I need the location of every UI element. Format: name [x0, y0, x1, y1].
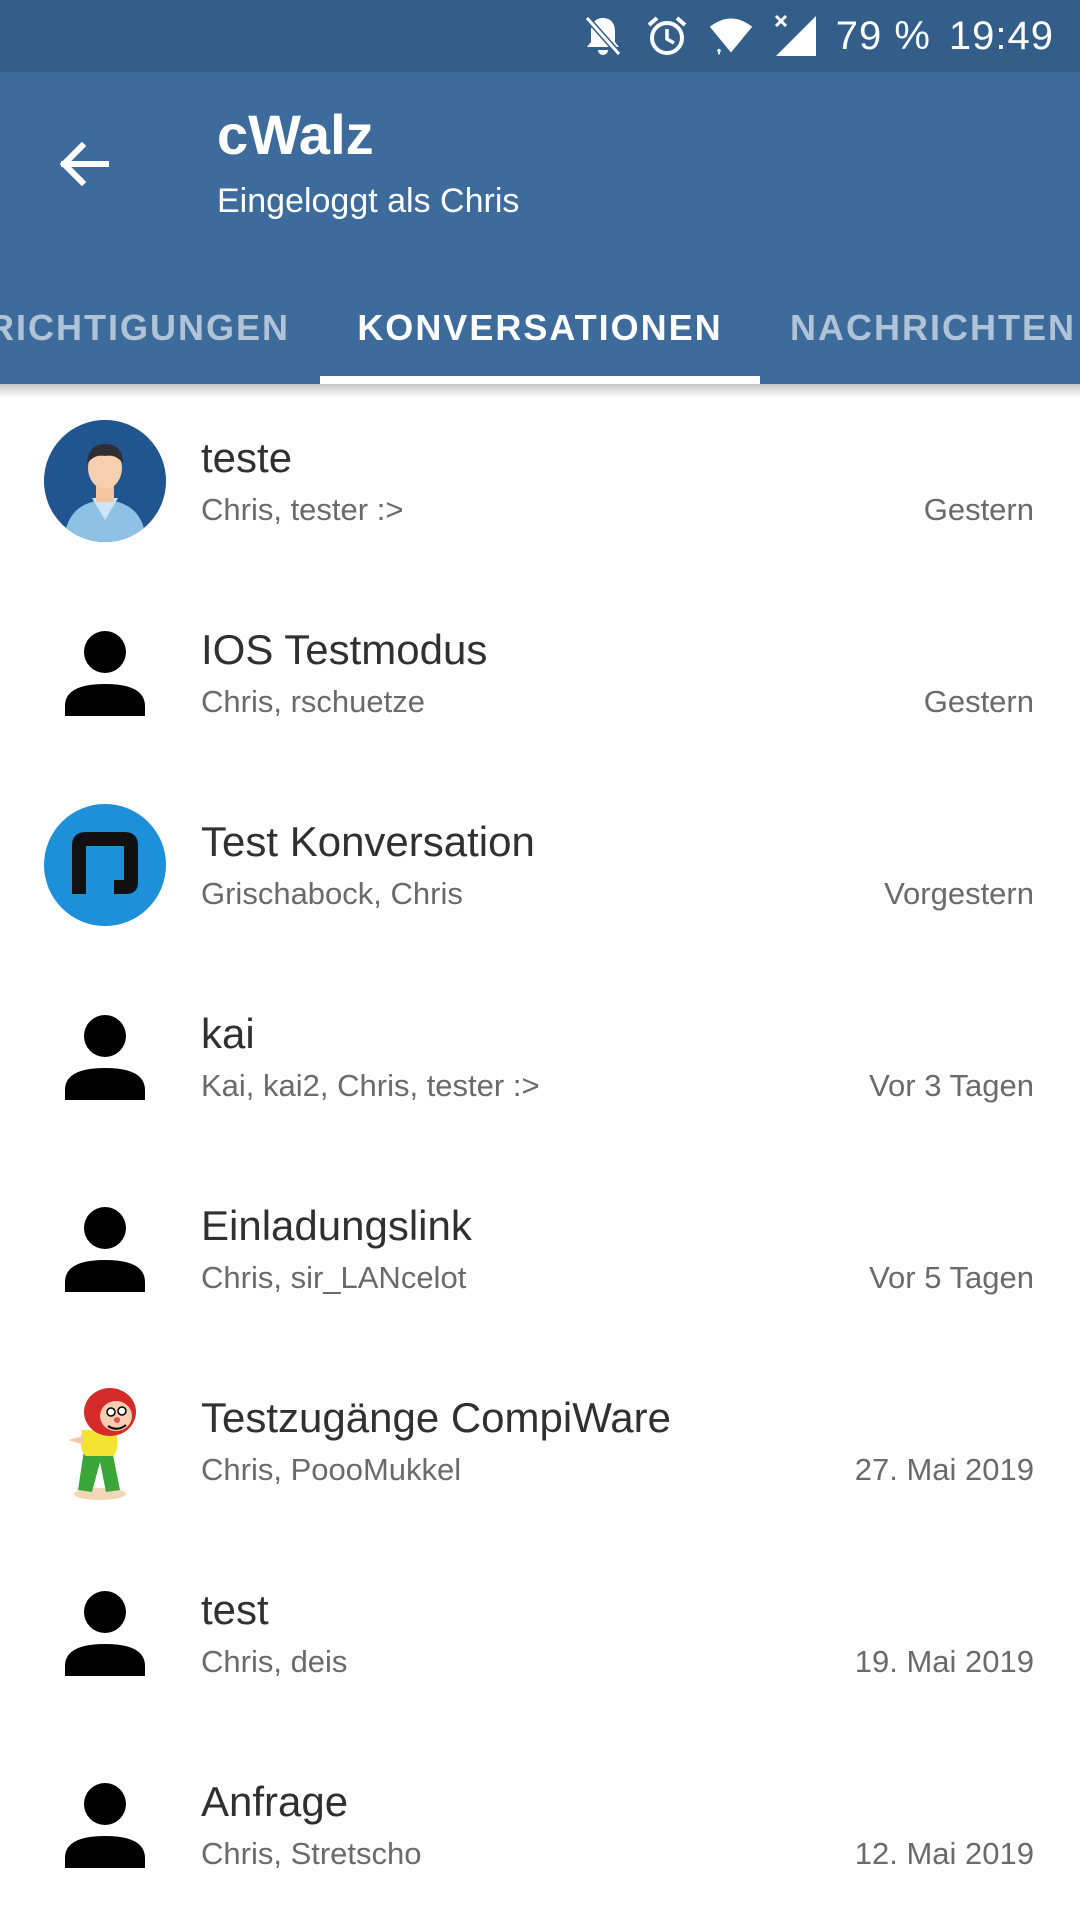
app-bar-shadow — [0, 384, 1080, 398]
person-silhouette-icon — [44, 612, 166, 734]
tab-konversationen[interactable]: KONVERSATIONEN — [320, 272, 760, 384]
conversation-date: Gestern — [923, 684, 1034, 719]
conversation-participants: Chris, deis — [201, 1644, 348, 1679]
conversation-date: Gestern — [923, 492, 1034, 527]
conversation-row[interactable]: teste Chris, tester :> Gestern — [0, 384, 1080, 576]
active-tab-indicator — [320, 376, 760, 384]
alarm-icon — [644, 13, 690, 59]
conversation-date: 19. Mai 2019 — [854, 1644, 1034, 1679]
back-button[interactable] — [40, 122, 128, 210]
cartoon-character-avatar — [44, 1380, 166, 1502]
conversation-row[interactable]: IOS Testmodus Chris, rschuetze Gestern — [0, 576, 1080, 768]
person-silhouette-icon — [44, 996, 166, 1118]
conversation-row[interactable]: test Chris, deis 19. Mai 2019 — [0, 1536, 1080, 1728]
conversation-title: Testzugänge CompiWare — [201, 1394, 671, 1441]
app-bar: cWalz Eingeloggt als Chris RICHTIGUNGEN … — [0, 72, 1080, 384]
conversation-participants: Grischabock, Chris — [201, 876, 463, 911]
tab-bar: RICHTIGUNGEN KONVERSATIONEN NACHRICHTEN — [0, 272, 1080, 384]
tab-benachrichtigungen[interactable]: RICHTIGUNGEN — [0, 272, 290, 384]
conversation-title: teste — [201, 434, 293, 481]
conversation-title: test — [201, 1586, 269, 1633]
conversation-title: Anfrage — [201, 1778, 349, 1825]
conversation-participants: Kai, kai2, Chris, tester :> — [201, 1068, 540, 1103]
conversation-title: Test Konversation — [201, 818, 535, 865]
conversation-row[interactable]: Anfrage Chris, Stretscho 12. Mai 2019 — [0, 1728, 1080, 1920]
person-silhouette-icon — [44, 1188, 166, 1310]
conversation-row[interactable]: Einladungslink Chris, sir_LANcelot Vor 5… — [0, 1152, 1080, 1344]
conversation-date: Vorgestern — [884, 876, 1034, 911]
arrow-back-icon — [58, 140, 110, 193]
conversation-date: Vor 5 Tagen — [869, 1260, 1034, 1295]
person-silhouette-icon — [44, 1572, 166, 1694]
conversation-title: Einladungslink — [201, 1202, 472, 1249]
status-bar: 79 % 19:49 — [0, 0, 1080, 72]
conversation-participants: Chris, sir_LANcelot — [201, 1260, 467, 1295]
conversation-participants: Chris, tester :> — [201, 492, 404, 527]
page-subtitle: Eingeloggt als Chris — [217, 182, 520, 220]
clock: 19:49 — [948, 13, 1054, 58]
battery-level: 79 % — [835, 13, 931, 58]
page-title: cWalz — [217, 103, 374, 166]
conversation-date: 27. Mai 2019 — [854, 1452, 1034, 1487]
conversation-participants: Chris, PoooMukkel — [201, 1452, 462, 1487]
notifications-off-icon — [580, 13, 626, 59]
conversation-list[interactable]: teste Chris, tester :> Gestern IOS Testm… — [0, 384, 1080, 1920]
conversation-row[interactable]: Test Konversation Grischabock, Chris Vor… — [0, 768, 1080, 960]
conversation-row[interactable]: kai Kai, kai2, Chris, tester :> Vor 3 Ta… — [0, 960, 1080, 1152]
wifi-icon — [708, 13, 754, 59]
conversation-title: kai — [201, 1010, 255, 1057]
signal-icon — [772, 13, 818, 59]
conversation-participants: Chris, Stretscho — [201, 1836, 422, 1871]
conversation-participants: Chris, rschuetze — [201, 684, 425, 719]
tab-nachrichten[interactable]: NACHRICHTEN — [790, 272, 1080, 384]
male-person-avatar — [44, 420, 166, 542]
conversation-row[interactable]: Testzugänge CompiWare Chris, PoooMukkel … — [0, 1344, 1080, 1536]
person-silhouette-icon — [44, 1764, 166, 1886]
conversation-date: 12. Mai 2019 — [854, 1836, 1034, 1871]
blue-logo-avatar — [44, 804, 166, 926]
conversation-title: IOS Testmodus — [201, 626, 488, 673]
conversation-date: Vor 3 Tagen — [869, 1068, 1034, 1103]
